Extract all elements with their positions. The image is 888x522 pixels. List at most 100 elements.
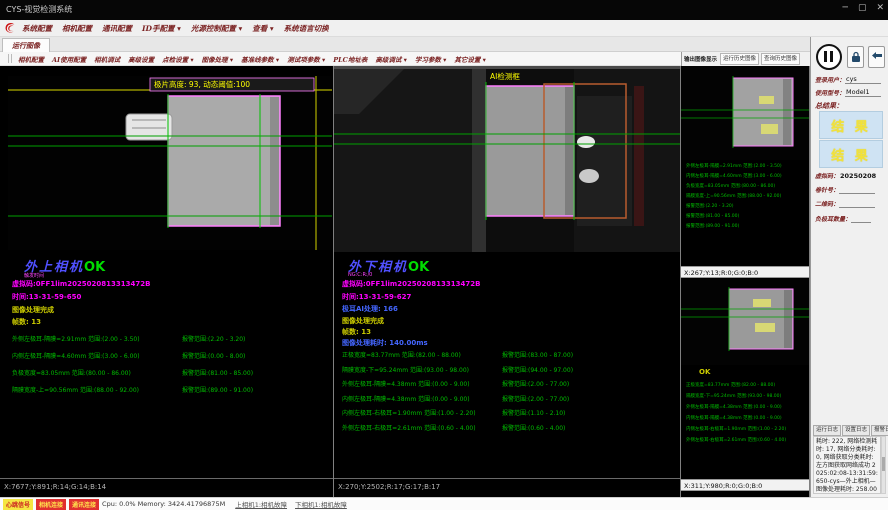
camera-image-upper[interactable]: 极片高度: 93, 动态阈值:100 [8, 76, 332, 250]
camera-image-lower[interactable]: AI检测框 [334, 66, 680, 252]
toolbar-item[interactable]: 高级设置 [128, 54, 154, 64]
virtual-code-value: 20250208 [839, 172, 877, 180]
output-image-label: 输出图像显示 [684, 55, 717, 63]
history-tab[interactable]: 查询历史图像 [761, 53, 800, 65]
log-tab[interactable]: 设置日志 [842, 425, 870, 436]
log-text: 耗时: 222, 网络检测耗时: 17, 网络分类耗时: 0, 网络获取分类耗时… [814, 437, 880, 494]
window-controls: ─ ▢ ✕ [843, 3, 884, 13]
ai-process-line: 极耳AI处理: 166 [342, 304, 398, 314]
total-result-label-row: 总结果： [815, 101, 843, 111]
heartbeat-badge: 心跳信号 [3, 499, 33, 510]
cursor-coords-bottom-view: X:311;Y:980;R:0;G:0;B:0 [684, 482, 762, 490]
toolbar-item[interactable]: 测试项参数 ▾ [287, 54, 325, 64]
tab-run-images[interactable]: 运行图像 [2, 38, 50, 52]
measurement-row: 正极宽度=83.77mm 范围:(82.00 - 88.00) 报警范围:(83… [342, 350, 677, 359]
login-user-input[interactable]: cys [845, 75, 881, 84]
menu-item[interactable]: 系统配置 [22, 23, 52, 34]
control-panel: 登录用户： cys 使用型号： Model1 总结果： 结 果 结 果 虚拟码：… [810, 37, 888, 497]
mini-line: 负极宽度=83.05mm 范围:(80.00 - 86.00) [686, 182, 806, 192]
trigger-sub-label: 触发时间 [24, 272, 44, 279]
lock-button[interactable] [847, 46, 864, 68]
result-box-2: 结 果 [819, 140, 883, 168]
mini-line: 外侧左极耳-隔膜=4.38mm 范围:(0.00 - 9.00) [686, 402, 806, 413]
toolbar-item[interactable]: PLC地址表 [333, 54, 367, 64]
mini-line: 外侧左极耳-隔膜=2.91mm 范围:(2.00 - 3.50) [686, 162, 806, 172]
model-input[interactable]: Model1 [845, 88, 881, 97]
toolbar-item[interactable]: 相机调试 [94, 54, 120, 64]
menu-bar: 系统配置相机配置通讯配置 ID手配置 ▾ 光源控制配置 ▾ 查看 ▾ 系统语言切换 [0, 20, 888, 37]
menu-item[interactable]: 光源控制配置 ▾ [191, 23, 242, 34]
output-views-column: 外侧左极耳-隔膜=2.91mm 范围:(2.00 - 3.50) 内侧左极耳-隔膜… [681, 66, 810, 497]
mini-line: 隔膜宽度-下=95.24mm 范围:(93.00 - 98.00) [686, 391, 806, 402]
coords-strip-top: X:267;Y:13;R:0;G:0;B:0 [681, 266, 809, 278]
camera-panel-upper: 极片高度: 93, 动态阈值:100 外上相机OK 触发时间 虚拟码:0FF1l… [0, 66, 334, 497]
mini-line: 外侧左极耳-右极耳=2.61mm 范围:(0.60 - 4.00) [686, 435, 806, 446]
log-scrollbar[interactable] [881, 436, 886, 494]
comm-link-badge: 通讯连接 [69, 499, 99, 510]
menu-item[interactable]: 系统语言切换 [284, 23, 329, 34]
neg-tab-count-input[interactable] [851, 222, 871, 223]
output-image-top[interactable] [681, 66, 809, 160]
output-image-bottom[interactable] [681, 279, 809, 365]
tool-bar: 相机配置 AI使用配置相机调试高级设置点检设置 ▾ 图像处理 ▾ 基准线参数 ▾ 测试项… [0, 52, 681, 66]
status-bar: 心跳信号 相机连接 通讯连接 Cpu: 0.0% Memory: 3424.41… [0, 497, 888, 510]
needle-number-input[interactable] [839, 193, 875, 194]
back-button[interactable] [868, 46, 885, 68]
time-line: 时间:13-31-59-650 [12, 292, 81, 302]
log-tab[interactable]: 运行日志 [813, 425, 841, 436]
ai-box-label: AI检测框 [490, 71, 520, 81]
measurement-list-upper: 外侧左极耳-隔膜=2.91mm 范围:(2.00 - 3.50) 报警范围:(2… [12, 334, 327, 402]
ng-sub-label: NG:C:R:/0 [348, 272, 372, 278]
log-box: 耗时: 222, 网络检测耗时: 17, 网络分类耗时: 0, 网络获取分类耗时… [813, 436, 881, 494]
login-user-field: 登录用户： cys [815, 75, 881, 84]
toolbar-item[interactable]: 其它设置 ▾ [454, 54, 486, 64]
barcode-line: 虚拟码:0FF1lim2025020813313472B [342, 279, 480, 289]
menu-item[interactable]: 相机配置 [62, 23, 92, 34]
toolbar-item[interactable]: 点检设置 ▾ [162, 54, 194, 64]
mini-ok-label: OK [699, 368, 710, 376]
bottom-filler [0, 510, 888, 522]
qr-code-input[interactable] [839, 207, 875, 208]
cursor-coords-lower: X:270;Y:2502;R:17;G:17;B:17 [338, 483, 440, 491]
measurement-row: 外侧左极耳-隔膜=2.91mm 范围:(2.00 - 3.50) 报警范围:(2… [12, 334, 327, 343]
menu-item[interactable]: ID手配置 ▾ [142, 23, 181, 34]
log-tabs: 运行日志设置日志报警日志 [813, 425, 888, 436]
toolbar-items: 相机配置 AI使用配置相机调试高级设置点检设置 ▾ 图像处理 ▾ 基准线参数 ▾ 测试项… [18, 54, 494, 64]
measurement-list-lower: 正极宽度=83.77mm 范围:(82.00 - 88.00) 报警范围:(83… [342, 350, 677, 437]
view-tab-row: 运行图像 [0, 37, 888, 52]
history-tabs: 运行历史图像查询历史图像 [720, 53, 802, 65]
neg-tab-count-field: 负极耳数量： [815, 214, 871, 223]
process-time-line: 图像处理耗时: 140.00ms [342, 338, 428, 348]
mini-line: 内侧左极耳-隔膜=4.38mm 范围:(0.00 - 9.00) [686, 413, 806, 424]
qr-code-field: 二维码： [815, 199, 875, 208]
toolbar-item[interactable]: 高级调试 ▾ [375, 54, 407, 64]
panel-footer-lower: X:270;Y:2502;R:17;G:17;B:17 [334, 478, 680, 497]
app-logo-icon [3, 21, 17, 35]
time-line: 时间:13-31-59-627 [342, 292, 411, 302]
toolbar-item[interactable]: 学习参数 ▾ [415, 54, 447, 64]
frame-count-line: 帧数: 13 [342, 327, 371, 337]
measurement-row: 负极宽度=83.05mm 范围:(80.00 - 86.00) 报警范围:(81… [12, 368, 327, 377]
back-arrow-icon [871, 52, 883, 62]
history-tab[interactable]: 运行历史图像 [720, 53, 759, 65]
close-icon[interactable]: ✕ [876, 3, 884, 13]
needle-number-field: 卷针号： [815, 185, 875, 194]
measurement-row: 内侧左极耳-隔膜=4.60mm 范围:(3.00 - 6.00) 报警范围:(0… [12, 351, 327, 360]
toolbar-item[interactable]: 相机配置 [18, 54, 44, 64]
cpu-memory-status: Cpu: 0.0% Memory: 3424.41796875M [102, 500, 225, 508]
output-image-header: 输出图像显示 运行历史图像查询历史图像 [681, 52, 810, 66]
log-scroll-thumb[interactable] [882, 457, 885, 471]
log-tab[interactable]: 报警日志 [871, 425, 888, 436]
toolbar-item[interactable]: 图像处理 ▾ [202, 54, 234, 64]
toolbar-item[interactable]: 基准线参数 ▾ [241, 54, 279, 64]
mini-line: 报警范围:(2.20 - 3.20) [686, 202, 806, 212]
pause-button[interactable] [816, 44, 842, 70]
status-ok: OK [84, 260, 105, 275]
minimize-icon[interactable]: ─ [843, 3, 848, 13]
lower-camera-fault: 下相机1:相机故障 [295, 499, 347, 509]
maximize-icon[interactable]: ▢ [858, 3, 867, 13]
panel-footer-upper: X:7677;Y:891;R:14;G:14;B:14 [0, 478, 333, 497]
menu-item[interactable]: 查看 ▾ [252, 23, 273, 34]
toolbar-item[interactable]: AI使用配置 [52, 54, 86, 64]
menu-item[interactable]: 通讯配置 [102, 23, 132, 34]
